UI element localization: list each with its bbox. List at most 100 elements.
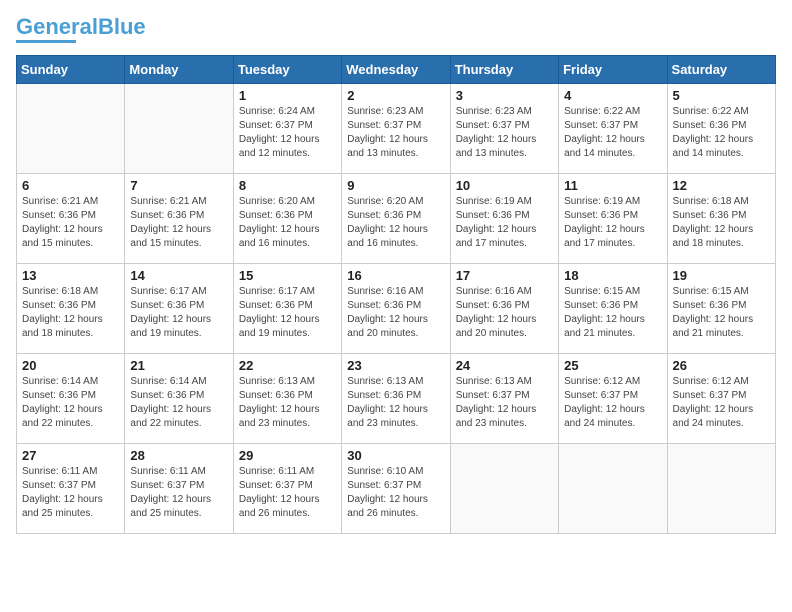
day-number: 7 <box>130 178 227 193</box>
day-info: Sunrise: 6:20 AM Sunset: 6:36 PM Dayligh… <box>347 195 444 251</box>
day-number: 13 <box>22 268 119 283</box>
logo-underline <box>16 40 76 43</box>
calendar-cell: 14Sunrise: 6:17 AM Sunset: 6:36 PM Dayli… <box>125 264 233 354</box>
day-info: Sunrise: 6:19 AM Sunset: 6:36 PM Dayligh… <box>456 195 553 251</box>
calendar-cell <box>559 444 667 534</box>
day-number: 6 <box>22 178 119 193</box>
calendar-week-3: 13 Sunrise: 6:18 AM Sunset: 6:36 PM Dayli… <box>17 264 776 354</box>
calendar-cell <box>667 444 775 534</box>
day-info: Sunrise: 6:19 AM Sunset: 6:36 PM Dayligh… <box>564 195 661 251</box>
calendar-cell: 27 Sunrise: 6:11 AM Sunset: 6:37 PM Dayli… <box>17 444 125 534</box>
logo-text: GeneralBlue <box>16 16 146 38</box>
calendar-header-row: SundayMondayTuesdayWednesdayThursdayFrid… <box>17 56 776 84</box>
calendar-week-2: 6Sunrise: 6:21 AM Sunset: 6:36 PM Daylig… <box>17 174 776 264</box>
calendar-cell: 20Sunrise: 6:14 AM Sunset: 6:36 PM Dayli… <box>17 354 125 444</box>
calendar-cell: 24 Sunrise: 6:13 AM Sunset: 6:37 PM Dayli… <box>450 354 558 444</box>
calendar-cell: 8Sunrise: 6:20 AM Sunset: 6:36 PM Daylig… <box>233 174 341 264</box>
calendar-cell: 23 Sunrise: 6:13 AM Sunset: 6:36 PM Dayli… <box>342 354 450 444</box>
calendar-cell: 5Sunrise: 6:22 AM Sunset: 6:36 PM Daylig… <box>667 84 775 174</box>
day-info: Sunrise: 6:11 AM Sunset: 6:37 PM Dayligh… <box>22 465 119 521</box>
calendar-cell: 12 Sunrise: 6:18 AM Sunset: 6:36 PM Dayli… <box>667 174 775 264</box>
day-info: Sunrise: 6:24 AM Sunset: 6:37 PM Dayligh… <box>239 105 336 161</box>
calendar-week-4: 20Sunrise: 6:14 AM Sunset: 6:36 PM Dayli… <box>17 354 776 444</box>
day-info: Sunrise: 6:11 AM Sunset: 6:37 PM Dayligh… <box>130 465 227 521</box>
day-number: 30 <box>347 448 444 463</box>
day-info: Sunrise: 6:15 AM Sunset: 6:36 PM Dayligh… <box>673 285 770 341</box>
day-header-sunday: Sunday <box>17 56 125 84</box>
day-number: 29 <box>239 448 336 463</box>
calendar-week-5: 27 Sunrise: 6:11 AM Sunset: 6:37 PM Dayli… <box>17 444 776 534</box>
logo-blue: Blue <box>98 14 146 39</box>
day-number: 22 <box>239 358 336 373</box>
day-number: 2 <box>347 88 444 103</box>
calendar-cell: 21Sunrise: 6:14 AM Sunset: 6:36 PM Dayli… <box>125 354 233 444</box>
day-info: Sunrise: 6:18 AM Sunset: 6:36 PM Dayligh… <box>673 195 770 251</box>
day-header-friday: Friday <box>559 56 667 84</box>
calendar-cell: 22Sunrise: 6:13 AM Sunset: 6:36 PM Dayli… <box>233 354 341 444</box>
day-info: Sunrise: 6:14 AM Sunset: 6:36 PM Dayligh… <box>22 375 119 431</box>
calendar-cell: 10 Sunrise: 6:19 AM Sunset: 6:36 PM Dayli… <box>450 174 558 264</box>
calendar-cell: 30 Sunrise: 6:10 AM Sunset: 6:37 PM Dayli… <box>342 444 450 534</box>
calendar-cell: 11 Sunrise: 6:19 AM Sunset: 6:36 PM Dayli… <box>559 174 667 264</box>
calendar-cell: 3 Sunrise: 6:23 AM Sunset: 6:37 PM Daylig… <box>450 84 558 174</box>
day-info: Sunrise: 6:10 AM Sunset: 6:37 PM Dayligh… <box>347 465 444 521</box>
day-number: 10 <box>456 178 553 193</box>
page-header: GeneralBlue <box>16 16 776 43</box>
day-number: 19 <box>673 268 770 283</box>
day-info: Sunrise: 6:23 AM Sunset: 6:37 PM Dayligh… <box>347 105 444 161</box>
day-info: Sunrise: 6:11 AM Sunset: 6:37 PM Dayligh… <box>239 465 336 521</box>
calendar-cell: 18 Sunrise: 6:15 AM Sunset: 6:36 PM Dayli… <box>559 264 667 354</box>
day-number: 9 <box>347 178 444 193</box>
logo-general: General <box>16 14 98 39</box>
calendar-week-1: 1 Sunrise: 6:24 AM Sunset: 6:37 PM Daylig… <box>17 84 776 174</box>
calendar-cell: 7Sunrise: 6:21 AM Sunset: 6:36 PM Daylig… <box>125 174 233 264</box>
day-number: 18 <box>564 268 661 283</box>
calendar-cell: 17Sunrise: 6:16 AM Sunset: 6:36 PM Dayli… <box>450 264 558 354</box>
day-number: 15 <box>239 268 336 283</box>
calendar-cell <box>17 84 125 174</box>
day-header-monday: Monday <box>125 56 233 84</box>
calendar-cell: 2 Sunrise: 6:23 AM Sunset: 6:37 PM Daylig… <box>342 84 450 174</box>
calendar-table: SundayMondayTuesdayWednesdayThursdayFrid… <box>16 55 776 534</box>
calendar-cell: 19 Sunrise: 6:15 AM Sunset: 6:36 PM Dayli… <box>667 264 775 354</box>
day-number: 4 <box>564 88 661 103</box>
calendar-cell: 9 Sunrise: 6:20 AM Sunset: 6:36 PM Daylig… <box>342 174 450 264</box>
calendar-cell: 28 Sunrise: 6:11 AM Sunset: 6:37 PM Dayli… <box>125 444 233 534</box>
day-info: Sunrise: 6:17 AM Sunset: 6:36 PM Dayligh… <box>239 285 336 341</box>
day-number: 12 <box>673 178 770 193</box>
day-info: Sunrise: 6:16 AM Sunset: 6:36 PM Dayligh… <box>347 285 444 341</box>
day-number: 24 <box>456 358 553 373</box>
day-number: 27 <box>22 448 119 463</box>
day-info: Sunrise: 6:15 AM Sunset: 6:36 PM Dayligh… <box>564 285 661 341</box>
day-header-saturday: Saturday <box>667 56 775 84</box>
day-header-wednesday: Wednesday <box>342 56 450 84</box>
day-info: Sunrise: 6:12 AM Sunset: 6:37 PM Dayligh… <box>673 375 770 431</box>
day-info: Sunrise: 6:12 AM Sunset: 6:37 PM Dayligh… <box>564 375 661 431</box>
day-number: 8 <box>239 178 336 193</box>
calendar-cell: 25Sunrise: 6:12 AM Sunset: 6:37 PM Dayli… <box>559 354 667 444</box>
logo: GeneralBlue <box>16 16 146 43</box>
calendar-cell: 1 Sunrise: 6:24 AM Sunset: 6:37 PM Daylig… <box>233 84 341 174</box>
day-info: Sunrise: 6:13 AM Sunset: 6:36 PM Dayligh… <box>347 375 444 431</box>
calendar-cell: 13 Sunrise: 6:18 AM Sunset: 6:36 PM Dayli… <box>17 264 125 354</box>
day-number: 16 <box>347 268 444 283</box>
day-number: 3 <box>456 88 553 103</box>
day-number: 11 <box>564 178 661 193</box>
day-info: Sunrise: 6:23 AM Sunset: 6:37 PM Dayligh… <box>456 105 553 161</box>
day-number: 26 <box>673 358 770 373</box>
day-number: 1 <box>239 88 336 103</box>
day-number: 28 <box>130 448 227 463</box>
day-info: Sunrise: 6:17 AM Sunset: 6:36 PM Dayligh… <box>130 285 227 341</box>
calendar-cell: 16 Sunrise: 6:16 AM Sunset: 6:36 PM Dayli… <box>342 264 450 354</box>
day-number: 21 <box>130 358 227 373</box>
calendar-cell <box>125 84 233 174</box>
day-info: Sunrise: 6:22 AM Sunset: 6:36 PM Dayligh… <box>673 105 770 161</box>
day-info: Sunrise: 6:18 AM Sunset: 6:36 PM Dayligh… <box>22 285 119 341</box>
day-info: Sunrise: 6:16 AM Sunset: 6:36 PM Dayligh… <box>456 285 553 341</box>
day-info: Sunrise: 6:22 AM Sunset: 6:37 PM Dayligh… <box>564 105 661 161</box>
day-number: 23 <box>347 358 444 373</box>
calendar-cell: 4 Sunrise: 6:22 AM Sunset: 6:37 PM Daylig… <box>559 84 667 174</box>
calendar-cell: 26 Sunrise: 6:12 AM Sunset: 6:37 PM Dayli… <box>667 354 775 444</box>
day-info: Sunrise: 6:13 AM Sunset: 6:37 PM Dayligh… <box>456 375 553 431</box>
calendar-cell: 6Sunrise: 6:21 AM Sunset: 6:36 PM Daylig… <box>17 174 125 264</box>
